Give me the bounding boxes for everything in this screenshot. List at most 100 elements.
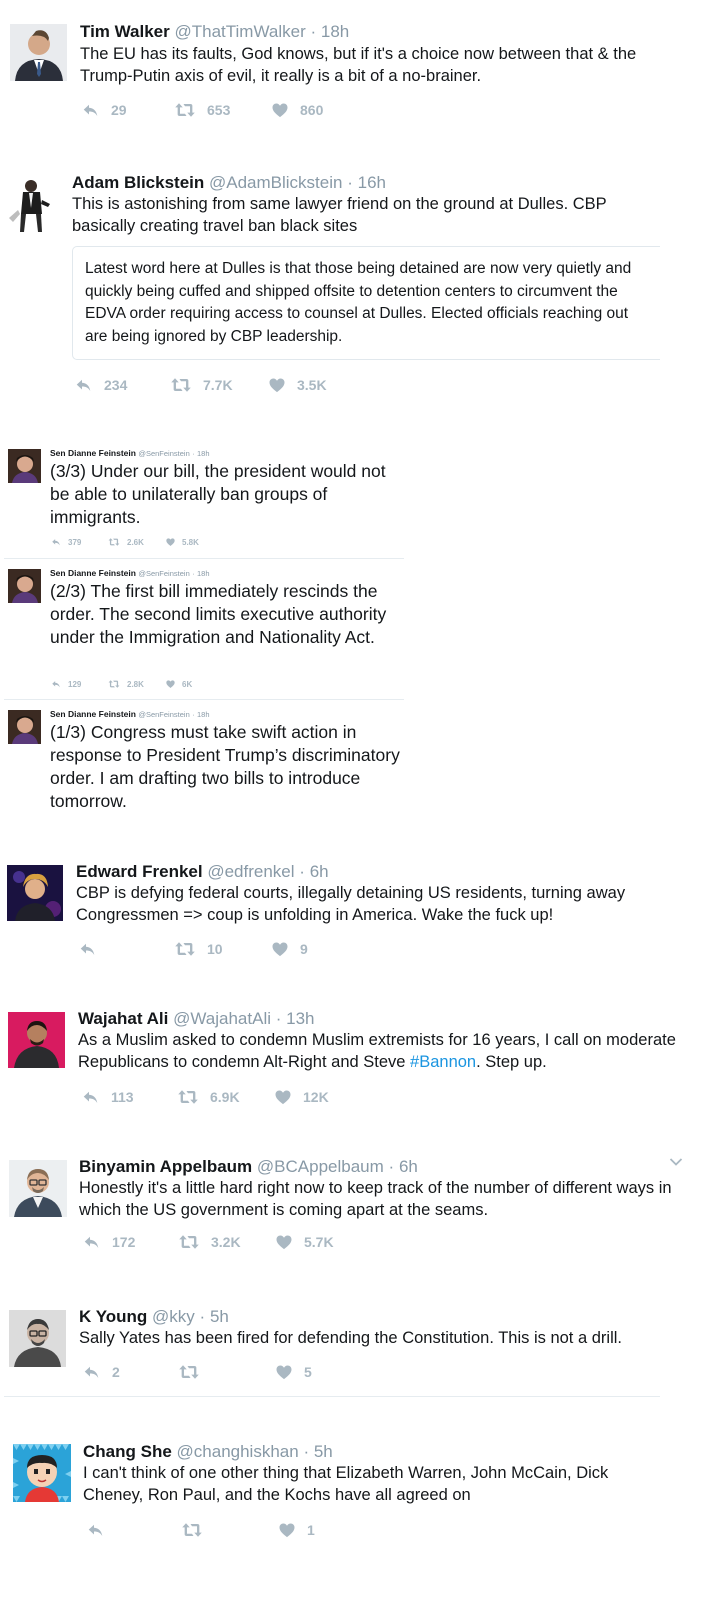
author-name[interactable]: Tim Walker — [80, 22, 170, 41]
timestamp[interactable]: 18h — [321, 22, 349, 41]
reply-button[interactable]: 2 — [81, 1363, 177, 1381]
like-button[interactable]: 5.8K — [165, 537, 199, 547]
author-handle[interactable]: @SenFeinstein — [138, 710, 189, 719]
like-button[interactable]: 5 — [274, 1363, 312, 1381]
author-handle[interactable]: @ThatTimWalker — [175, 22, 306, 41]
text-segment: As a Muslim asked to condemn Muslim extr… — [78, 1031, 676, 1071]
author-name[interactable]: Edward Frenkel — [76, 862, 203, 881]
like-button[interactable]: 3.5K — [267, 376, 327, 394]
timestamp[interactable]: 18h — [197, 449, 210, 458]
retweet-count: 653 — [207, 102, 231, 118]
author-handle[interactable]: @SenFeinstein — [138, 569, 189, 578]
timestamp[interactable]: 16h — [358, 173, 386, 192]
timestamp[interactable]: 6h — [399, 1157, 418, 1176]
like-button[interactable]: 12K — [273, 1088, 329, 1106]
author-handle[interactable]: @kky — [152, 1307, 195, 1326]
divider — [4, 558, 404, 559]
retweet-button[interactable]: 10 — [173, 940, 270, 958]
reply-button[interactable]: 379 — [50, 537, 107, 547]
reply-icon — [73, 376, 94, 394]
retweet-icon — [173, 101, 197, 119]
retweet-button[interactable]: 6.9K — [176, 1088, 273, 1106]
avatar[interactable] — [8, 569, 41, 603]
separator: · — [299, 862, 305, 881]
like-button[interactable]: 1 — [277, 1521, 315, 1539]
reply-icon — [81, 1233, 102, 1251]
reply-count: 129 — [68, 679, 82, 689]
author-name[interactable]: Sen Dianne Feinstein — [50, 448, 136, 458]
retweet-button[interactable]: 7.7K — [169, 376, 267, 394]
timestamp[interactable]: 18h — [197, 569, 210, 578]
like-button[interactable]: 9 — [270, 940, 308, 958]
reply-icon — [80, 101, 101, 119]
avatar[interactable] — [7, 865, 63, 921]
avatar[interactable] — [8, 1012, 65, 1068]
author-handle[interactable]: @changhiskhan — [177, 1442, 299, 1461]
heart-icon — [274, 1233, 294, 1251]
avatar[interactable] — [10, 24, 67, 81]
reply-button[interactable] — [85, 1521, 180, 1539]
reply-icon — [77, 940, 98, 958]
heart-icon — [270, 940, 290, 958]
reply-button[interactable] — [77, 940, 173, 958]
author-name[interactable]: Adam Blickstein — [72, 173, 204, 192]
tweet-text: This is astonishing from same lawyer fri… — [72, 195, 607, 235]
divider — [4, 699, 404, 700]
author-handle[interactable]: @edfrenkel — [207, 862, 294, 881]
author-handle[interactable]: @BCAppelbaum — [257, 1157, 384, 1176]
tweet-text: I can't think of one other thing that El… — [83, 1464, 609, 1504]
avatar[interactable] — [9, 1160, 67, 1217]
separator: · — [192, 449, 195, 458]
tweet: Adam Blickstein @AdamBlickstein · 16h Th… — [0, 160, 702, 410]
separator: · — [388, 1157, 395, 1176]
like-button[interactable]: 860 — [270, 101, 323, 119]
retweet-button[interactable]: 653 — [173, 101, 270, 119]
reply-button[interactable]: 234 — [73, 376, 169, 394]
avatar[interactable] — [13, 1444, 71, 1502]
reply-button[interactable]: 113 — [80, 1088, 176, 1106]
author-handle[interactable]: @WajahatAli — [173, 1009, 271, 1028]
retweet-count: 10 — [207, 941, 223, 957]
avatar[interactable] — [8, 449, 41, 483]
author-name[interactable]: Wajahat Ali — [78, 1009, 168, 1028]
author-name[interactable]: Sen Dianne Feinstein — [50, 568, 136, 578]
text-segment: . Step up. — [476, 1053, 547, 1071]
retweet-button[interactable] — [180, 1521, 277, 1539]
hashtag-link[interactable]: #Bannon — [410, 1053, 476, 1071]
reply-icon — [85, 1521, 106, 1539]
reply-button[interactable]: 129 — [50, 679, 107, 689]
retweet-button[interactable]: 3.2K — [177, 1233, 274, 1251]
retweet-button[interactable]: 2.6K — [107, 537, 165, 547]
avatar[interactable] — [6, 174, 54, 234]
retweet-button[interactable] — [177, 1363, 274, 1381]
timestamp[interactable]: 6h — [310, 862, 329, 881]
reply-icon — [50, 679, 62, 689]
reply-icon — [81, 1363, 102, 1381]
like-button[interactable]: 6K — [165, 679, 192, 689]
timestamp[interactable]: 18h — [197, 710, 210, 719]
timestamp[interactable]: 5h — [210, 1307, 229, 1326]
author-name[interactable]: Chang She — [83, 1442, 172, 1461]
reply-icon — [80, 1088, 101, 1106]
author-name[interactable]: K Young — [79, 1307, 147, 1326]
author-name[interactable]: Binyamin Appelbaum — [79, 1157, 252, 1176]
avatar[interactable] — [8, 710, 41, 744]
chevron-down-icon[interactable] — [669, 1157, 683, 1167]
reply-button[interactable]: 29 — [80, 101, 173, 119]
author-handle[interactable]: @SenFeinstein — [138, 449, 189, 458]
tweet-text: CBP is defying federal courts, illegally… — [76, 884, 626, 924]
author-handle[interactable]: @AdamBlickstein — [209, 173, 342, 192]
author-name[interactable]: Sen Dianne Feinstein — [50, 709, 136, 719]
avatar[interactable] — [9, 1310, 66, 1367]
retweet-button[interactable]: 2.8K — [107, 679, 165, 689]
quoted-tweet[interactable]: Latest word here at Dulles is that those… — [72, 246, 660, 360]
tweet-text: As a Muslim asked to condemn Muslim extr… — [78, 1029, 678, 1073]
timestamp[interactable]: 13h — [286, 1009, 314, 1028]
heart-icon — [277, 1521, 297, 1539]
like-button[interactable]: 5.7K — [274, 1233, 334, 1251]
tweet: Sen Dianne Feinstein @SenFeinstein · 18h… — [0, 445, 410, 565]
timestamp[interactable]: 5h — [314, 1442, 333, 1461]
tweet: Edward Frenkel @edfrenkel · 6h CBP is de… — [0, 855, 702, 975]
retweet-count: 6.9K — [210, 1089, 240, 1105]
reply-button[interactable]: 172 — [81, 1233, 177, 1251]
